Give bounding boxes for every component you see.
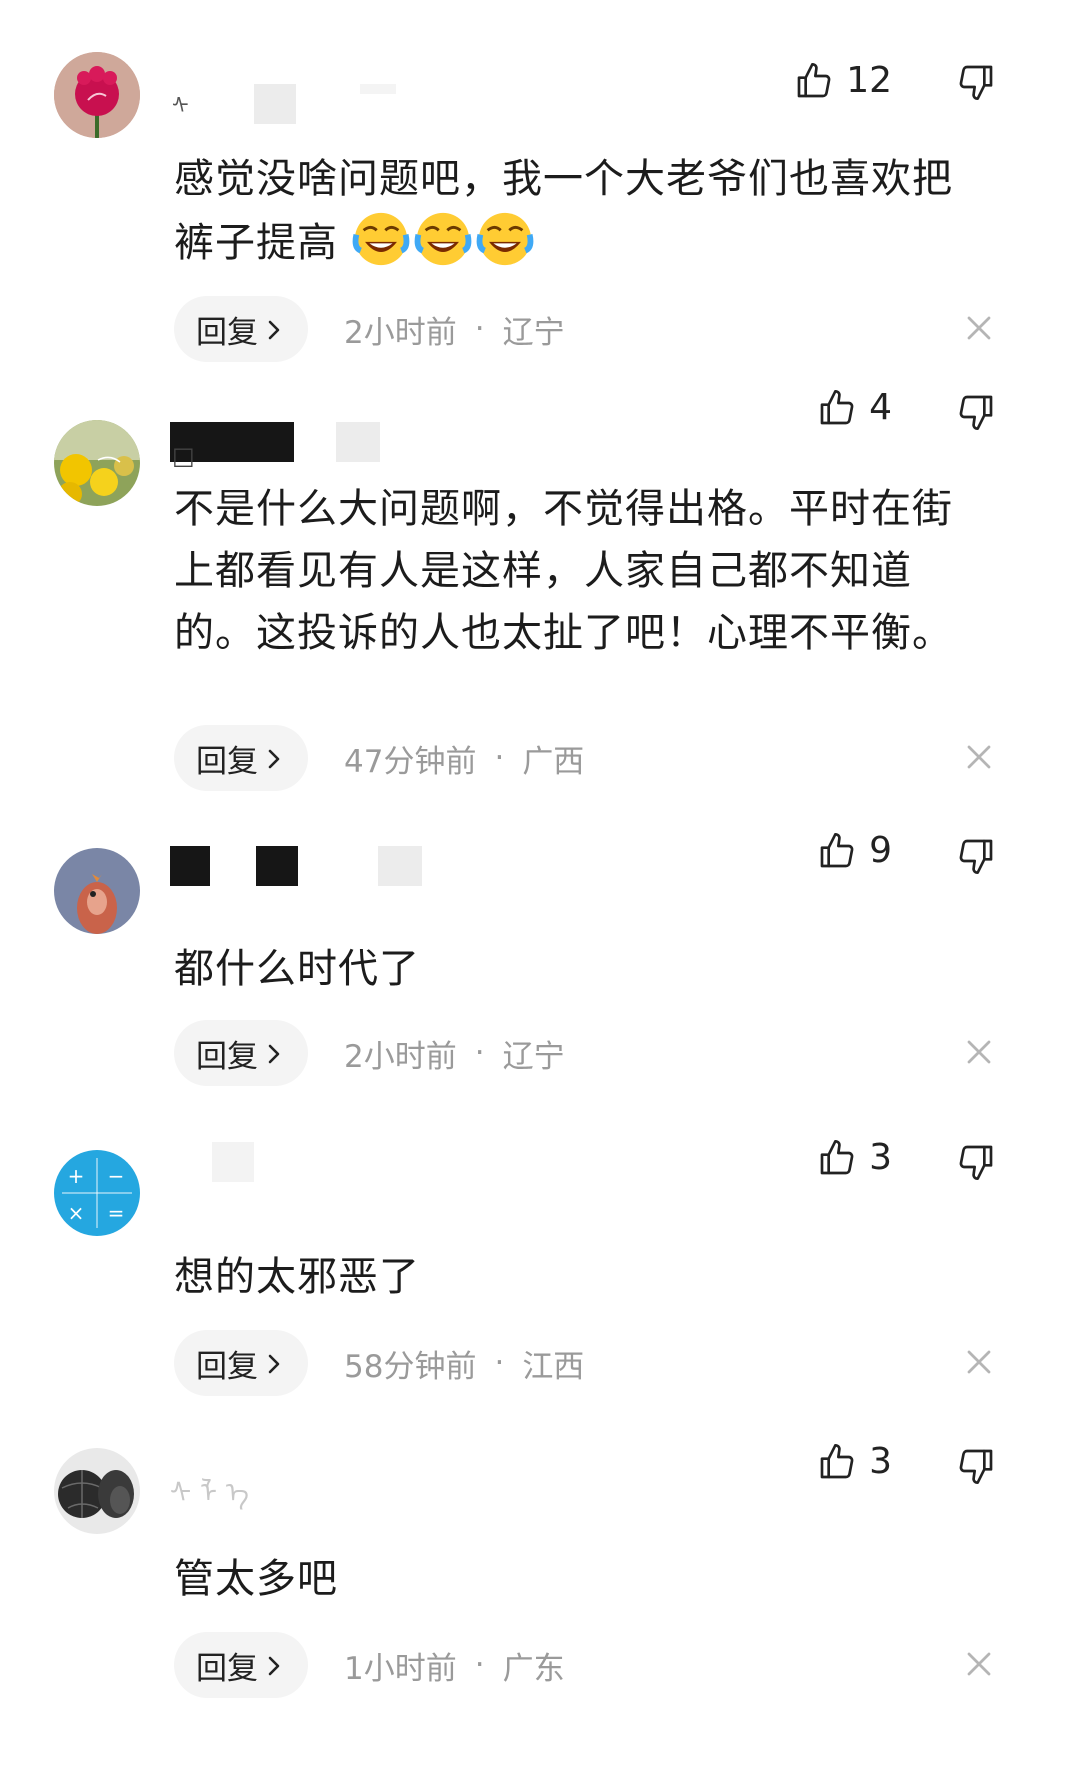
thumbs-down-icon [959,1145,993,1180]
thumbs-up-icon [820,389,854,424]
reply-label: 回复 [196,314,258,351]
like-button[interactable]: 3 [817,1137,892,1178]
thumbs-down-icon [959,1449,993,1484]
username[interactable] [170,1142,530,1188]
comment-region: 江西 [522,1348,585,1385]
crying-laughing-emoji [352,212,410,266]
reply-button[interactable]: 回复 [174,1330,308,1396]
comment-meta: 回复 2小时前 · 辽宁 [174,1020,565,1086]
close-button[interactable] [964,313,994,347]
comment-time: 2小时前 [344,1038,457,1075]
comment-text: 管太多吧 [174,1556,338,1602]
avatar[interactable] [54,420,140,506]
reply-button[interactable]: 回复 [174,296,308,362]
dislike-button[interactable] [956,392,996,436]
comment-meta: 回复 2小时前 · 辽宁 [174,296,565,362]
comment-text: 想的太邪恶了 [174,1254,420,1300]
like-count: 4 [869,387,892,428]
username[interactable]: ᠰ [170,76,490,124]
avatar[interactable]: + − × = [54,1150,140,1236]
svg-text:×: × [68,1201,85,1225]
comment-meta: 回复 47分钟前 · 广西 [174,725,584,791]
avatar[interactable] [54,1448,140,1534]
comment-item: + − × = 3 想的太邪恶了 回复 58分钟前 · 江西 [0,1137,1078,1452]
svg-text:−: − [108,1164,125,1188]
separator-dot: · [474,1035,485,1071]
avatar[interactable] [54,52,140,138]
reply-label: 回复 [196,1650,258,1687]
comment-time: 47分钟前 [344,743,477,780]
like-button[interactable]: 9 [817,830,892,871]
close-button[interactable] [964,742,994,776]
chevron-right-icon [268,1044,280,1064]
close-icon [967,1652,991,1676]
comment-region: 辽宁 [502,1038,565,1075]
separator-dot: · [474,1647,485,1683]
reply-label: 回复 [196,1038,258,1075]
like-count: 12 [846,60,892,101]
thumbs-down-icon [959,65,993,100]
svg-text:+: + [68,1164,85,1188]
comment-text: 感觉没啥问题吧，我一个大老爷们也喜欢把裤子提高 [174,148,990,274]
comment-item: □ 4 不是什么大问题啊，不觉得出格。平时在街上都看见有人是这样，人家自己都不知… [0,372,1078,842]
thumbs-down-icon [959,395,993,430]
reply-button[interactable]: 回复 [174,725,308,791]
close-icon [967,1040,991,1064]
close-button[interactable] [964,1037,994,1071]
thumbs-up-icon [820,1139,854,1174]
close-button[interactable] [964,1347,994,1381]
thumbs-up-icon [820,1443,854,1478]
chevron-right-icon [268,749,280,769]
like-button[interactable]: 3 [817,1441,892,1482]
like-button[interactable]: 12 [794,60,892,101]
like-count: 9 [869,830,892,871]
comment-item: 9 都什么时代了 回复 2小时前 · 辽宁 [0,830,1078,1152]
thumbs-up-icon [820,832,854,867]
svg-text:=: = [108,1201,125,1225]
thumbs-down-icon [959,839,993,874]
chevron-right-icon [268,1354,280,1374]
separator-dot: · [474,311,485,347]
reply-button[interactable]: 回复 [174,1020,308,1086]
emoji-group [338,212,538,266]
avatar[interactable] [54,848,140,934]
username[interactable]: ᠰ ᠯ ᠡ [170,1466,530,1512]
reply-label: 回复 [196,1348,258,1385]
reply-label: 回复 [196,743,258,780]
comment-time: 1小时前 [344,1650,457,1687]
separator-dot: · [494,1345,505,1381]
crying-laughing-emoji [414,212,472,266]
chevron-right-icon [268,320,280,340]
crying-laughing-emoji [476,212,534,266]
comment-meta: 回复 1小时前 · 广东 [174,1632,565,1698]
comment-text: 不是什么大问题啊，不觉得出格。平时在街上都看见有人是这样，人家自己都不知道的。这… [174,486,953,656]
comment-item: ᠰ ᠯ ᠡ 3 管太多吧 回复 1小时前 · 广东 [0,1441,1078,1772]
like-count: 3 [869,1441,892,1482]
chevron-right-icon [268,1656,280,1676]
comment-region: 广西 [522,743,585,780]
comment-time: 2小时前 [344,314,457,351]
dislike-button[interactable] [956,836,996,880]
username[interactable] [170,846,530,892]
thumbs-up-icon [797,62,831,97]
reply-button[interactable]: 回复 [174,1632,308,1698]
dislike-button[interactable] [956,1142,996,1186]
comment-text: 都什么时代了 [174,946,420,992]
like-count: 3 [869,1137,892,1178]
close-button[interactable] [964,1649,994,1683]
comment-item: ᠰ 12 感觉没啥问题吧，我一个大老爷们也喜欢把裤子提高 回复 2小时前 · 辽… [0,0,1078,372]
comment-time: 58分钟前 [344,1348,477,1385]
like-button[interactable]: 4 [817,387,892,428]
separator-dot: · [494,740,505,776]
comment-region: 辽宁 [502,314,565,351]
dislike-button[interactable] [956,1446,996,1490]
close-icon [967,1350,991,1374]
comment-region: 广东 [502,1650,565,1687]
close-icon [967,745,991,769]
close-icon [967,316,991,340]
dislike-button[interactable] [956,62,996,106]
username[interactable]: □ [170,422,530,470]
comment-meta: 回复 58分钟前 · 江西 [174,1330,584,1396]
comment-text-body: 感觉没啥问题吧，我一个大老爷们也喜欢把裤子提高 [174,156,953,266]
